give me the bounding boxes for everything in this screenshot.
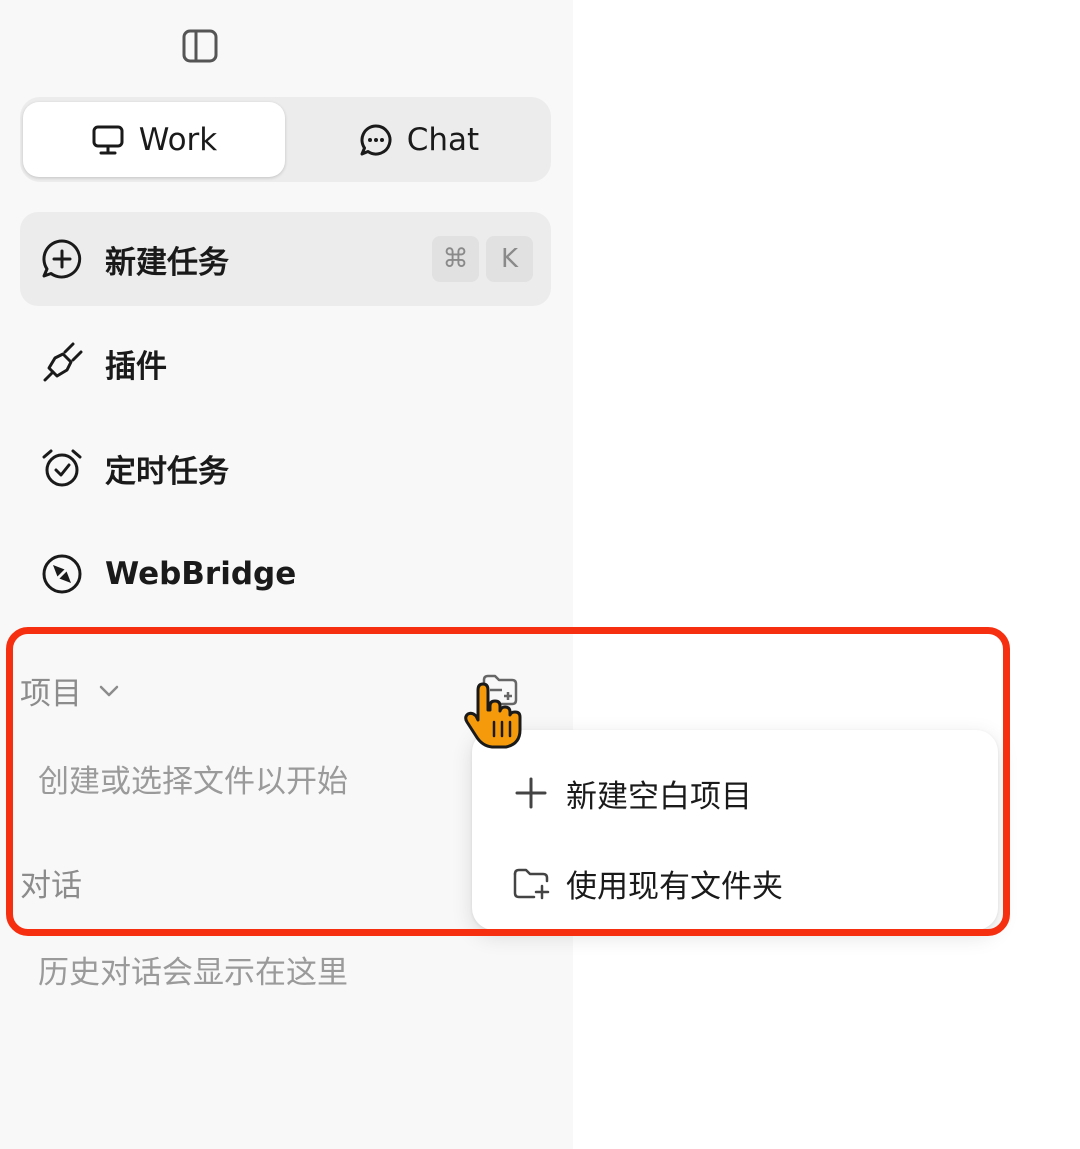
sidebar-item-label: 插件	[105, 348, 167, 385]
sidebar-item-label: 新建任务	[105, 244, 229, 281]
projects-section-header[interactable]: 项目	[20, 668, 120, 713]
folder-plus-icon	[510, 862, 552, 904]
plug-icon	[40, 341, 84, 385]
tab-work[interactable]: Work	[23, 102, 285, 177]
menu-item-use-existing-folder[interactable]: 使用现有文件夹	[472, 838, 998, 928]
tab-chat[interactable]: Chat	[288, 102, 550, 177]
hand-pointer-cursor-icon	[464, 682, 522, 749]
menu-item-new-blank-project[interactable]: 新建空白项目	[472, 748, 998, 838]
chevron-down-icon	[99, 685, 119, 696]
monitor-icon	[92, 125, 124, 154]
conversations-section-title: 对话	[20, 868, 82, 904]
sidebar: Work Chat 新建任务 ⌘ K 插件 定时任务 WebBridge 项目 …	[0, 0, 573, 1149]
shortcut-key-k: K	[486, 236, 533, 282]
sidebar-toggle-icon	[182, 29, 218, 63]
shortcut-key-cmd: ⌘	[432, 236, 479, 282]
menu-item-label: 使用现有文件夹	[566, 868, 783, 905]
sidebar-item-new-task[interactable]: 新建任务 ⌘ K	[20, 212, 551, 306]
conversations-empty-text: 历史对话会显示在这里	[38, 955, 348, 991]
alarm-clock-icon	[40, 446, 84, 490]
new-task-icon	[40, 237, 84, 281]
sidebar-toggle-button[interactable]	[178, 26, 222, 66]
sidebar-item-plugins[interactable]: 插件	[20, 316, 551, 410]
tab-work-label: Work	[138, 121, 218, 158]
new-project-dropdown-menu: 新建空白项目 使用现有文件夹	[472, 730, 998, 930]
plus-icon	[510, 772, 552, 814]
sidebar-item-label: 定时任务	[105, 453, 229, 490]
mode-switcher: Work Chat	[20, 97, 551, 182]
chat-bubble-icon	[360, 124, 392, 155]
menu-item-label: 新建空白项目	[566, 778, 752, 815]
sidebar-item-webbridge[interactable]: WebBridge	[20, 527, 551, 621]
projects-empty-text: 创建或选择文件以开始	[38, 764, 348, 800]
sidebar-item-scheduled-tasks[interactable]: 定时任务	[20, 421, 551, 515]
tab-chat-label: Chat	[406, 121, 480, 158]
webbridge-icon	[40, 552, 84, 596]
projects-section-title: 项目	[20, 676, 82, 712]
sidebar-item-label: WebBridge	[105, 556, 297, 592]
